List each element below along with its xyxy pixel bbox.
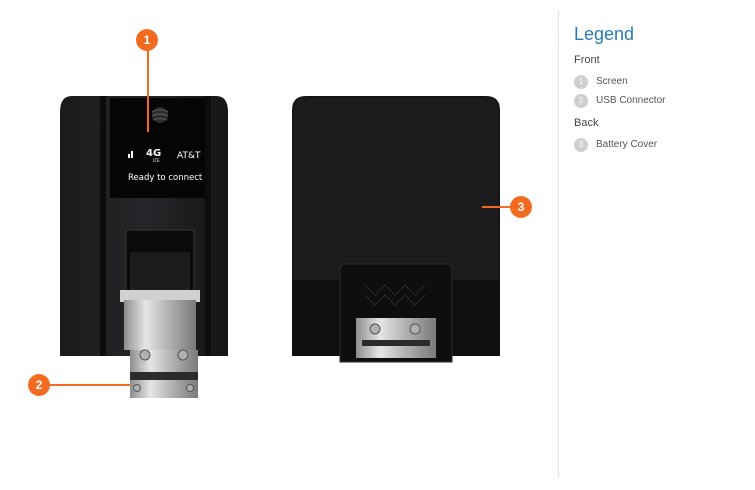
callout-line-3 bbox=[482, 206, 512, 208]
legend-number-badge: 2 bbox=[574, 93, 588, 108]
usb-swivel-inner bbox=[130, 252, 190, 292]
legend-number-badge: 1 bbox=[574, 74, 588, 89]
screen-network-sub: LTE bbox=[153, 158, 160, 163]
front-edge-right bbox=[205, 96, 211, 356]
legend-item-label: USB Connector bbox=[596, 95, 666, 106]
legend-item-usb-connector: 2 USB Connector bbox=[574, 91, 749, 110]
screen-carrier: AT&T bbox=[177, 151, 201, 161]
legend-title: Legend bbox=[574, 24, 635, 44]
battery-cover bbox=[294, 98, 498, 280]
usb-connector-back bbox=[356, 318, 436, 358]
device-figure: 4G LTE AT&T Ready to connect 1 2 3 bbox=[0, 0, 560, 485]
callout-2: 2 bbox=[28, 374, 50, 396]
usb-screw-right bbox=[177, 349, 189, 361]
legend-panel: Legend Front 1 Screen 2 USB Connector Ba… bbox=[574, 24, 749, 154]
att-logo bbox=[151, 107, 169, 123]
back-screw-left bbox=[369, 323, 381, 335]
screen-status: Ready to connect bbox=[128, 173, 203, 183]
device-illustration: 4G LTE AT&T Ready to connect bbox=[60, 96, 500, 398]
callout-1: 1 bbox=[136, 29, 158, 51]
usb-screw-left bbox=[139, 349, 151, 361]
legend-section-back: Back bbox=[574, 117, 599, 129]
callout-3: 3 bbox=[510, 196, 532, 218]
back-screw-right bbox=[409, 323, 421, 335]
legend-number-badge: 3 bbox=[574, 137, 588, 152]
legend-item-screen: 1 Screen bbox=[574, 72, 749, 91]
legend-item-label: Battery Cover bbox=[596, 139, 658, 150]
front-device: 4G LTE AT&T Ready to connect bbox=[60, 96, 228, 398]
legend-item-label: Screen bbox=[596, 76, 628, 87]
device-screen bbox=[121, 136, 205, 194]
legend-divider bbox=[558, 10, 559, 478]
front-edge-left bbox=[100, 96, 106, 356]
usb-connector-slot bbox=[130, 372, 198, 380]
legend-section-front: Front bbox=[574, 54, 600, 66]
back-device bbox=[292, 96, 500, 363]
callout-line-2 bbox=[50, 384, 130, 386]
legend-item-battery-cover: 3 Battery Cover bbox=[574, 135, 749, 154]
callout-line-1 bbox=[147, 50, 149, 132]
usb-connector-front bbox=[124, 300, 196, 350]
